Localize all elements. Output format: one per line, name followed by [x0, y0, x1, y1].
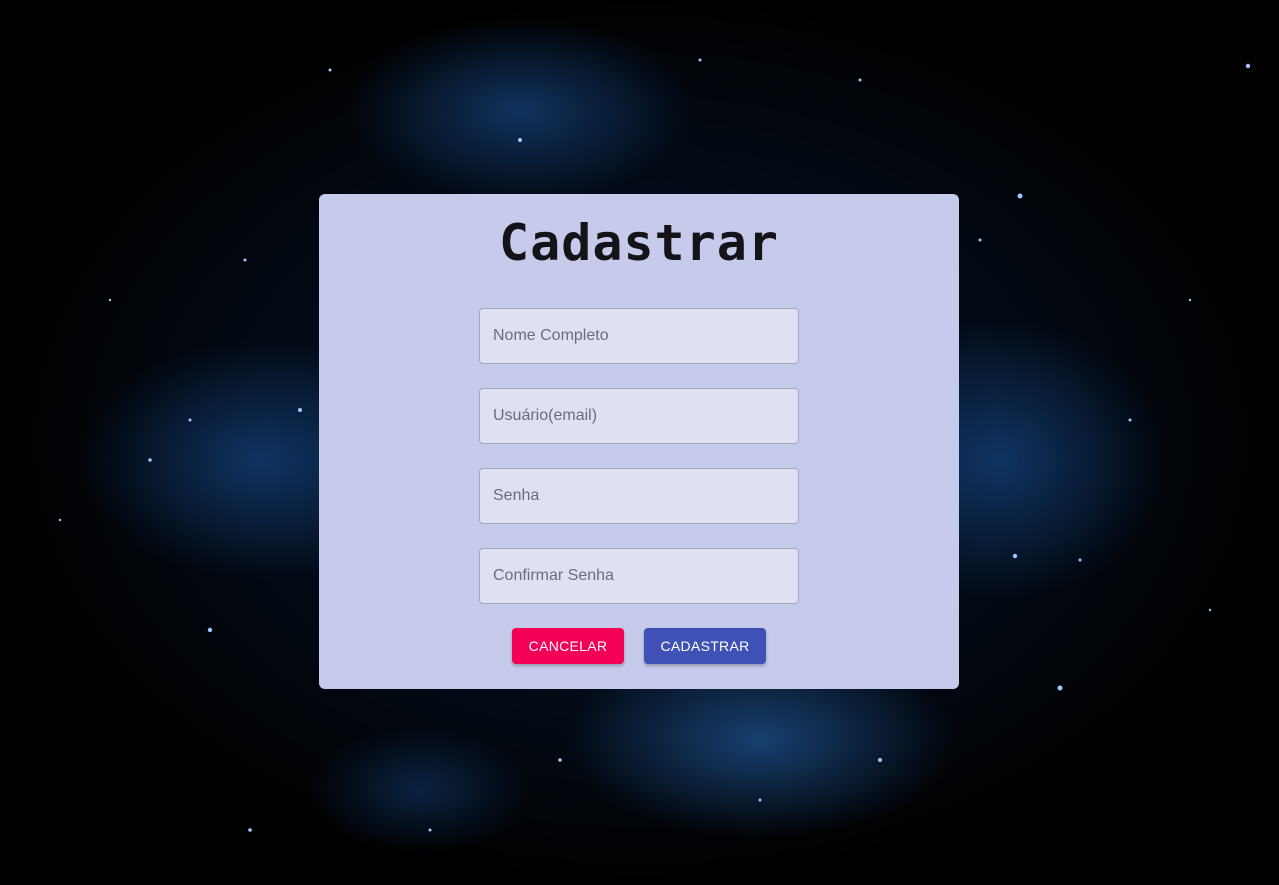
full-name-input[interactable] [479, 308, 799, 364]
register-card: Cadastrar CANCELAR CADASTRAR [319, 194, 959, 689]
star [758, 798, 762, 802]
star [428, 828, 432, 832]
star [1128, 418, 1132, 422]
star [558, 758, 562, 762]
register-button[interactable]: CADASTRAR [644, 628, 766, 664]
star [58, 518, 62, 522]
star [148, 458, 152, 462]
page-title: Cadastrar [499, 214, 779, 272]
star [1188, 298, 1192, 302]
star [328, 68, 332, 72]
cancel-button[interactable]: CANCELAR [512, 628, 624, 664]
confirm-password-input[interactable] [479, 548, 799, 604]
email-input[interactable] [479, 388, 799, 444]
password-input[interactable] [479, 468, 799, 524]
star [518, 138, 522, 142]
star [978, 238, 982, 242]
star [188, 418, 192, 422]
star [858, 78, 862, 82]
star [1057, 685, 1063, 691]
star [108, 298, 112, 302]
star [1208, 608, 1212, 612]
star [1245, 63, 1251, 69]
star [1078, 558, 1082, 562]
star [248, 828, 252, 832]
star [878, 758, 882, 762]
star [243, 258, 247, 262]
star [207, 627, 213, 633]
star [698, 58, 702, 62]
star [298, 408, 302, 412]
star [1012, 553, 1018, 559]
star [1017, 193, 1023, 199]
